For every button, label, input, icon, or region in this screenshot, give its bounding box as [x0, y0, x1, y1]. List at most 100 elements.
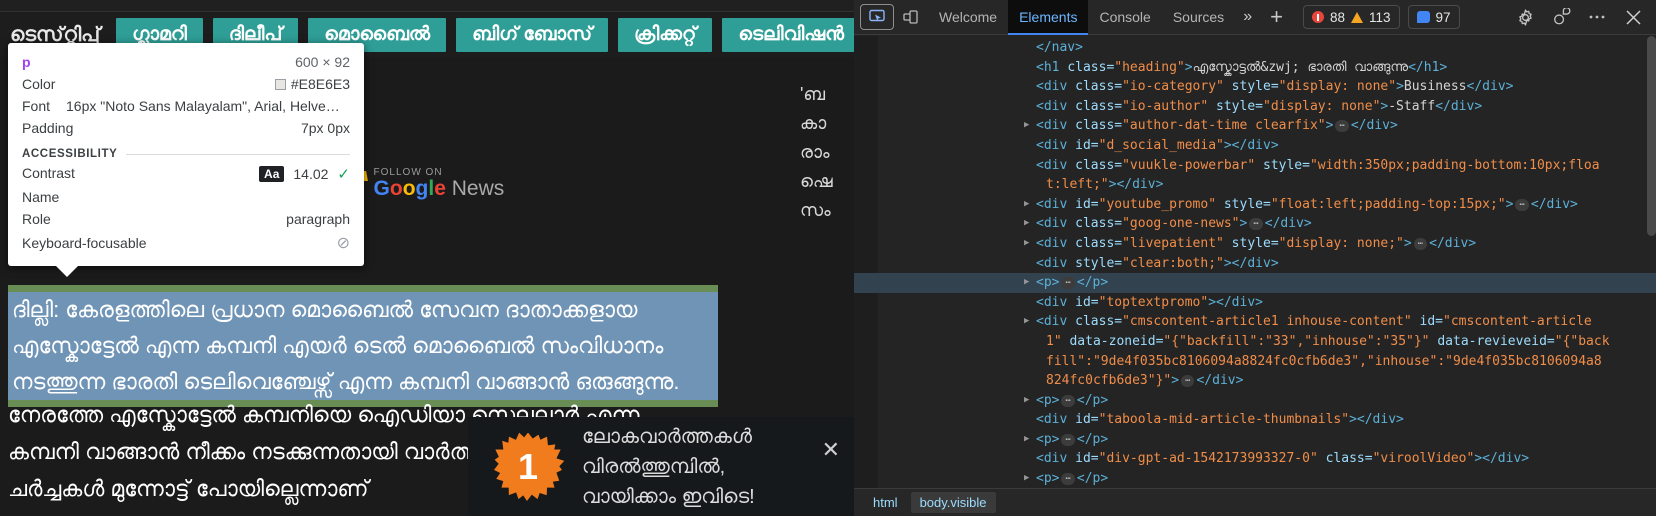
tab-console[interactable]: Console — [1088, 0, 1161, 35]
inspected-element-highlight: ദില്ലി: കേരളത്തിലെ പ്രധാന മൊബൈൽ സേവന ദാത… — [8, 285, 718, 407]
dom-tag: ></div> — [1349, 412, 1404, 428]
close-icon[interactable] — [1616, 4, 1650, 30]
inspect-element-icon[interactable] — [860, 4, 894, 30]
expand-arrow-icon[interactable]: ▶ — [1024, 116, 1034, 136]
accessibility-title: ACCESSIBILITY — [22, 148, 118, 160]
expand-arrow-icon[interactable]: ▶ — [1024, 214, 1034, 234]
message-icon — [1416, 11, 1430, 23]
dom-node-row[interactable]: <div class="io-author" style="display: n… — [854, 97, 1656, 117]
screen-root: ടെസ്‌റ്റിപ്പ് ഗ്ലാമറി ദിലീപ് മൊബൈൽ ബിഗ് … — [0, 0, 1656, 516]
dom-node-row[interactable]: ▶ <p> ⋯ </p> — [854, 273, 1656, 293]
dom-node-row[interactable]: <div id="div-gpt-ad-1542173993327-0" cla… — [854, 449, 1656, 469]
expand-arrow-icon[interactable]: ▶ — [1024, 234, 1034, 254]
dom-attrv: "{"backfill":"33","inhouse":"35"}" — [1163, 333, 1430, 349]
collapsed-children-icon[interactable]: ⋯ — [1061, 473, 1075, 486]
dom-tag: <div — [1036, 294, 1076, 310]
dom-tag: > — [1325, 118, 1334, 134]
expand-arrow-icon[interactable]: ▶ — [1024, 469, 1034, 488]
breadcrumb-body[interactable]: body.visible — [910, 492, 996, 513]
dom-node-row[interactable]: ▶ <div class="cmscontent-article1 inhouse… — [854, 312, 1656, 332]
dom-tag: </p> — [1076, 392, 1109, 408]
collapsed-children-icon[interactable]: ⋯ — [1413, 237, 1428, 250]
gear-icon[interactable] — [1508, 4, 1542, 30]
issue-counts[interactable]: 88 113 — [1302, 5, 1400, 29]
dom-node-row[interactable]: fill":"9de4f035bc8106094a8824fc0cfb6de3"… — [854, 352, 1656, 372]
dom-node-row[interactable]: ▶ <div class="author-dat-time clearfix"> ⋯… — [854, 116, 1656, 136]
more-options-icon[interactable] — [1580, 4, 1614, 30]
expand-arrow-icon[interactable]: ▶ — [1024, 273, 1034, 293]
dom-node-row[interactable]: <div class="vuukle-powerbar" style="widt… — [854, 156, 1656, 176]
close-icon[interactable]: ✕ — [822, 439, 840, 461]
dom-attrv: "toptextpromo" — [1098, 294, 1209, 310]
add-tab-button[interactable]: + — [1260, 4, 1293, 30]
feedback-icon[interactable] — [1544, 4, 1578, 30]
dom-node-row[interactable]: ▶ <div class="livepatient" style="display… — [854, 234, 1656, 254]
expand-arrow-icon[interactable]: ▶ — [1024, 312, 1034, 332]
highlighted-paragraph[interactable]: ദില്ലി: കേരളത്തിലെ പ്രധാന മൊബൈൽ സേവന ദാത… — [8, 292, 718, 400]
promo-starburst-badge: 1 — [490, 429, 566, 505]
collapsed-children-icon[interactable]: ⋯ — [1061, 277, 1075, 290]
collapsed-children-icon[interactable]: ⋯ — [1061, 394, 1075, 407]
check-circle-icon: ✓ — [337, 166, 350, 183]
dom-tree-scrollbar[interactable] — [1647, 36, 1656, 236]
dom-node-row[interactable]: ▶ <div class="goog-one-news"> ⋯ </div> — [854, 214, 1656, 234]
tab-welcome[interactable]: Welcome — [928, 0, 1008, 35]
warning-count: 113 — [1368, 9, 1391, 25]
dom-tag: <div — [1036, 314, 1076, 330]
dom-tree[interactable]: </nav> <h1 class="heading">എസ്കോട്ടല്‍&zw… — [854, 36, 1656, 488]
dom-node-row[interactable]: ▶ <p> ⋯ </p> — [854, 430, 1656, 450]
collapsed-children-icon[interactable]: ⋯ — [1249, 218, 1263, 231]
promo-banner[interactable]: 1 ലോകവാർത്തകൾ വിരൽത്തുമ്പിൽ, വായിക്കാം ഇ… — [468, 417, 854, 516]
more-tabs-icon[interactable]: » — [1235, 8, 1260, 26]
nav-chip-bigboss[interactable]: ബിഗ് ബോസ് — [456, 18, 609, 52]
device-toolbar-icon[interactable] — [894, 4, 928, 30]
toolbar-right-actions — [1508, 4, 1650, 30]
dom-tag: > — [1171, 373, 1180, 389]
dom-tag: <p> — [1036, 471, 1060, 487]
dom-node-row[interactable]: <div style="clear:both;"></div> — [854, 254, 1656, 274]
dom-node-row[interactable]: t:left;"></div> — [854, 175, 1656, 195]
dom-node-row[interactable]: ▶ <div id="youtube_promo" style="float:le… — [854, 195, 1656, 215]
dom-node-row[interactable]: </nav> — [854, 38, 1656, 58]
dom-node-row[interactable]: ▶ <p> ⋯ </p> — [854, 469, 1656, 488]
dom-attr: id= — [1075, 196, 1099, 212]
dom-tag: </div> — [1429, 235, 1477, 251]
collapsed-children-icon[interactable]: ⋯ — [1335, 120, 1349, 133]
dom-node-row[interactable]: <div id="d_social_media"></div> — [854, 136, 1656, 156]
dom-attrv: "width:350px;padding-bottom:10px;floa — [1309, 157, 1600, 173]
tab-elements[interactable]: Elements — [1008, 0, 1089, 35]
message-counts[interactable]: 97 — [1407, 5, 1460, 29]
expand-arrow-icon[interactable]: ▶ — [1024, 195, 1034, 215]
collapsed-children-icon[interactable]: ⋯ — [1061, 433, 1075, 446]
contrast-label: Contrast — [22, 165, 75, 181]
page-top-strip — [0, 0, 854, 12]
tab-sources[interactable]: Sources — [1162, 0, 1235, 35]
expand-arrow-icon[interactable]: ▶ — [1024, 430, 1034, 450]
dom-node-row[interactable]: <div class="io-category" style="display:… — [854, 77, 1656, 97]
dom-attrv: 824fc0cfb6de3"}" — [1046, 373, 1172, 389]
dom-tag: <div — [1036, 255, 1076, 271]
contrast-ratio: 14.02 — [293, 166, 329, 182]
dom-attr: id= — [1411, 314, 1444, 330]
dom-node-row[interactable]: 1" data-zoneid="{"backfill":"33","inhous… — [854, 332, 1656, 352]
dom-node-row[interactable]: <div id="taboola-mid-article-thumbnails"… — [854, 410, 1656, 430]
dom-node-row[interactable]: <h1 class="heading">എസ്കോട്ടല്‍&zwj; ഭാര… — [854, 58, 1656, 78]
dom-tag: </div> — [1350, 118, 1398, 134]
dom-node-row[interactable]: <div id="toptextpromo"></div> — [854, 293, 1656, 313]
expand-arrow-icon[interactable]: ▶ — [1024, 391, 1034, 411]
breadcrumb-html[interactable]: html — [864, 492, 907, 513]
collapsed-children-icon[interactable]: ⋯ — [1181, 375, 1195, 388]
tooltip-font-row: Font 16px "Noto Sans Malayalam", Arial, … — [22, 95, 350, 117]
right-fragment-1: 'ബ — [800, 84, 826, 104]
dom-attr: class= — [1075, 79, 1123, 95]
name-row: Name — [22, 186, 350, 208]
dom-attrv: "display: none" — [1278, 79, 1397, 95]
nav-chip-television[interactable]: ടെലിവിഷൻ — [722, 18, 854, 52]
dom-node-row[interactable]: ▶ <p> ⋯ </p> — [854, 391, 1656, 411]
dom-attrv: "float:left;padding-top:15px;" — [1270, 196, 1506, 212]
keyboard-focusable-row: Keyboard-focusable ⊘ — [22, 230, 350, 256]
collapsed-children-icon[interactable]: ⋯ — [1515, 198, 1529, 211]
dom-attr: class= — [1317, 451, 1373, 467]
dom-node-row[interactable]: 824fc0cfb6de3"}"> ⋯ </div> — [854, 371, 1656, 391]
nav-chip-cricket[interactable]: ക്രിക്കറ്റ് — [618, 18, 713, 52]
